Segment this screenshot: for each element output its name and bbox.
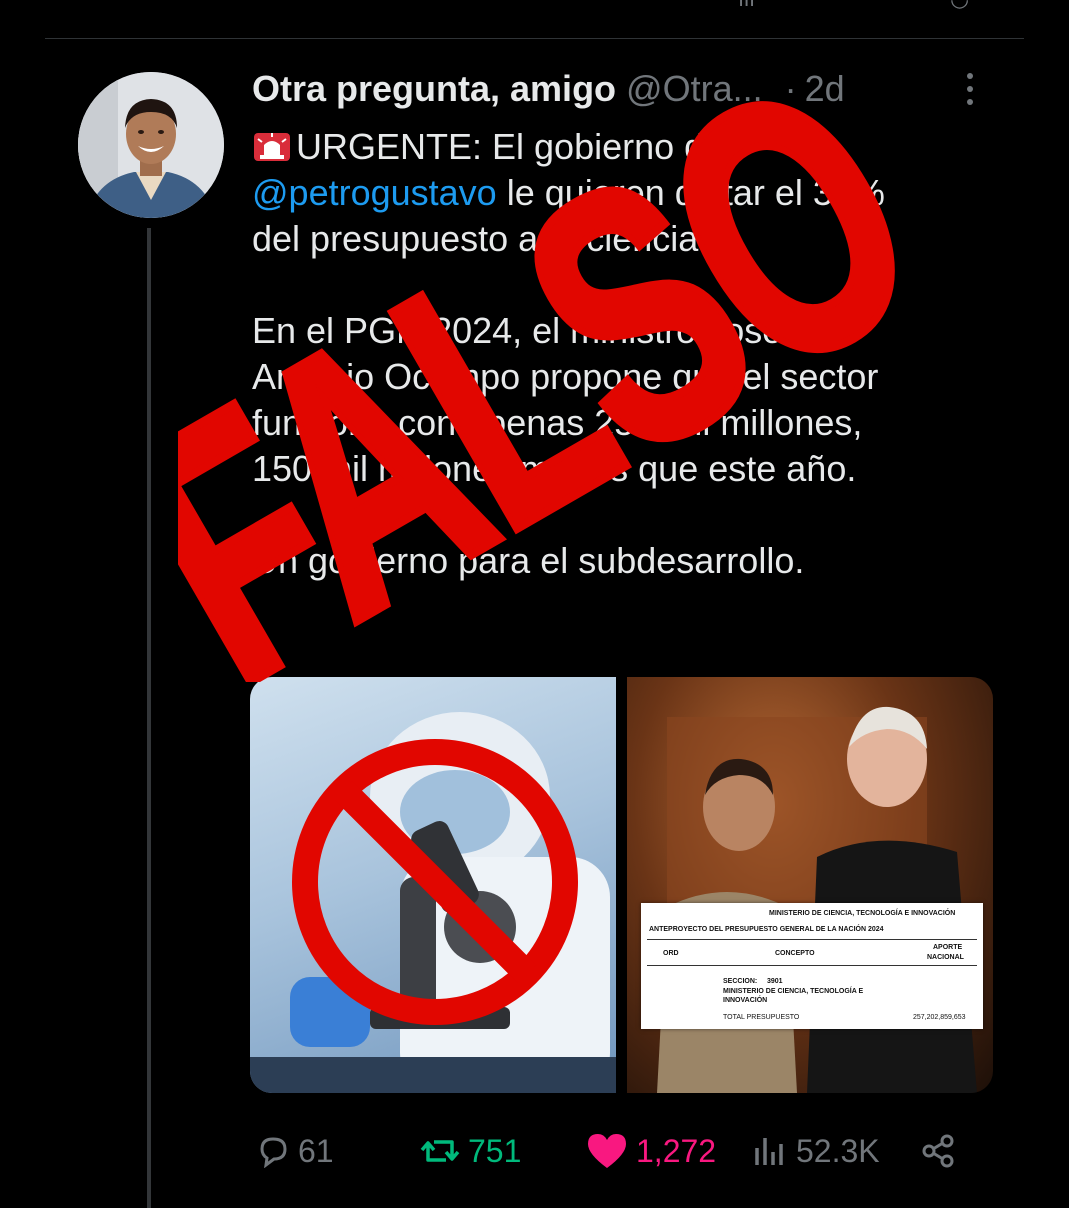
tweet-timestamp[interactable]: 2d	[805, 68, 845, 109]
like-button[interactable]: 1,272	[586, 1126, 716, 1176]
tweet-line-7: funcione con apenas 257 mil millones,	[252, 402, 863, 443]
tweet-line-1: URGENTE: El gobierno de	[252, 124, 1012, 170]
tweet-divider	[45, 38, 1024, 39]
author-name[interactable]: Otra pregunta, amigo	[252, 68, 616, 109]
views-button[interactable]: 52.3K	[752, 1126, 880, 1176]
separator-dot: ·	[784, 68, 797, 109]
doc-seccion-code: 3901	[767, 978, 783, 985]
doc-col-nacional: NACIONAL	[927, 954, 964, 961]
doc-col-ord: ORD	[663, 950, 679, 957]
views-icon	[755, 1138, 783, 1165]
repost-button[interactable]: 751	[420, 1126, 521, 1176]
doc-entity-line2: INNOVACIÓN	[723, 997, 768, 1004]
tweet-line-6: Antonio Ocampo propone que el sector	[252, 356, 879, 397]
like-count: 1,272	[636, 1132, 717, 1169]
budget-document: MINISTERIO DE CIENCIA, TECNOLOGÍA E INNO…	[641, 903, 983, 1029]
tweet-media[interactable]: MINISTERIO DE CIENCIA, TECNOLOGÍA E INNO…	[250, 677, 993, 1093]
thread-line	[147, 228, 151, 1208]
share-button[interactable]	[920, 1126, 964, 1176]
more-options-icon[interactable]	[962, 70, 978, 106]
heart-icon	[588, 1134, 626, 1168]
tweet-line-5: En el PGN 2024, el ministro José	[252, 310, 783, 351]
doc-entity-line1: MINISTERIO DE CIENCIA, TECNOLOGÍA E	[723, 988, 864, 995]
doc-total-label: TOTAL PRESUPUESTO	[723, 1014, 800, 1021]
reply-icon	[260, 1137, 287, 1168]
doc-seccion-label: SECCION:	[723, 978, 758, 985]
siren-emoji-icon	[254, 133, 290, 161]
doc-title: ANTEPROYECTO DEL PRESUPUESTO GENERAL DE …	[649, 926, 884, 933]
mention-link[interactable]: @petrogustavo	[252, 172, 497, 213]
tweet-actions: 61 751 1,272 52.3K	[252, 1126, 1012, 1176]
tweet-line-10: Un gobierno para el subdesarrollo.	[252, 540, 805, 581]
previous-share-icon[interactable]: ◡	[950, 0, 969, 12]
repost-icon	[420, 1140, 460, 1162]
views-count: 52.3K	[796, 1132, 880, 1169]
author-handle[interactable]: @Otra...	[626, 68, 763, 109]
media-image-photo-document[interactable]: MINISTERIO DE CIENCIA, TECNOLOGÍA E INNO…	[627, 677, 993, 1093]
doc-col-aporte: APORTE	[933, 944, 963, 951]
doc-total-value: 257,202,859,653	[913, 1014, 966, 1021]
share-icon	[922, 1134, 954, 1168]
previous-reply-icon[interactable]: ╯	[610, 0, 623, 12]
reply-button[interactable]: 61	[256, 1126, 334, 1176]
repost-count: 751	[468, 1132, 522, 1169]
previous-views-icon[interactable]: ılı	[738, 0, 755, 12]
tweet-line-8: 150 mil millones menos que este año.	[252, 448, 857, 489]
reply-count: 61	[298, 1132, 334, 1169]
tweet-line-2-text: le quieren quitar el 37%	[496, 172, 885, 213]
prohibited-sign-icon	[292, 739, 578, 1025]
previous-tweet-actions: ╯ ılı ◡	[250, 0, 990, 11]
tweet-text: URGENTE: El gobierno de @petrogustavo le…	[252, 124, 1012, 584]
doc-col-concepto: CONCEPTO	[775, 950, 815, 957]
doc-ministry: MINISTERIO DE CIENCIA, TECNOLOGÍA E INNO…	[769, 910, 956, 917]
tweet-header: Otra pregunta, amigo @Otra... · 2d	[252, 68, 1012, 112]
tweet-line-3: del presupuesto a la ciencia.	[252, 218, 709, 259]
tweet-line-1-text: URGENTE: El gobierno de	[296, 126, 725, 167]
tweet-line-2: @petrogustavo le quieren quitar el 37%	[252, 170, 1012, 216]
author-avatar[interactable]	[78, 72, 224, 218]
media-image-laboratory[interactable]	[250, 677, 616, 1093]
